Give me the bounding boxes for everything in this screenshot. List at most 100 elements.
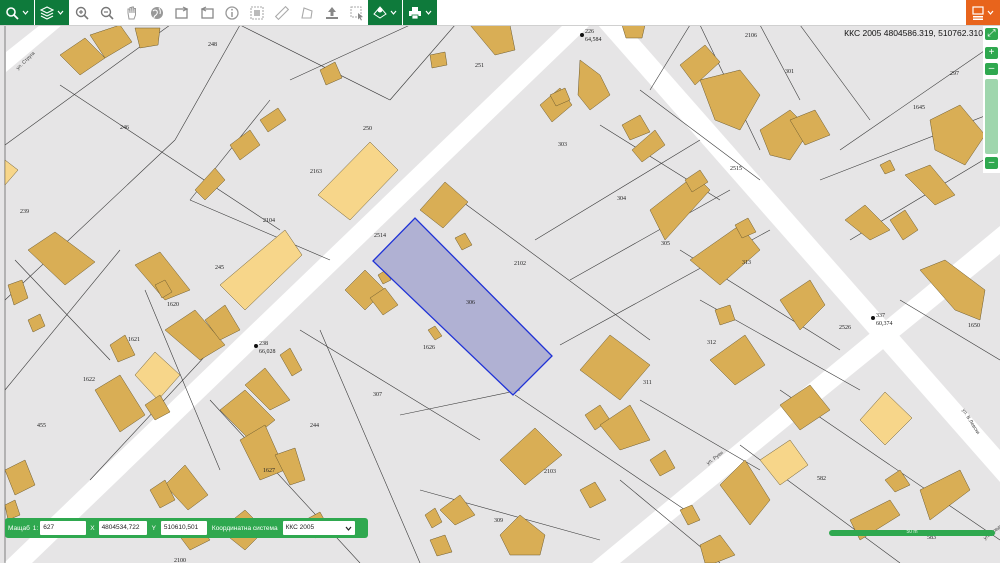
layers-menu-button[interactable] xyxy=(35,0,69,25)
parcel-label: 248 xyxy=(208,42,217,48)
parcel-label: 1621 xyxy=(128,337,140,343)
chevron-down-icon xyxy=(57,10,64,15)
chevron-down-icon xyxy=(425,10,432,15)
parcel-label: 313 xyxy=(742,260,751,266)
zoom-control: ⤢ + – – xyxy=(983,25,1000,173)
spot-height-id: 337 xyxy=(876,313,885,319)
parcel-label: 304 xyxy=(617,196,626,202)
parcel-label: 2100 xyxy=(174,558,186,563)
previous-extent-button[interactable] xyxy=(170,0,194,25)
parcel-label: 239 xyxy=(20,209,29,215)
parcel-label: 246 xyxy=(120,125,129,131)
zoom-in-map-button[interactable]: + xyxy=(985,47,998,59)
area-measure-icon xyxy=(250,5,264,20)
building xyxy=(621,25,646,39)
zoom-out-icon xyxy=(100,6,114,20)
parcel-label: 297 xyxy=(950,71,959,77)
next-extent-icon xyxy=(200,5,214,19)
user-menu-button[interactable] xyxy=(966,0,1000,25)
measure-distance-button[interactable] xyxy=(270,0,294,25)
parcel-label: 250 xyxy=(363,126,372,132)
parcel-label: 2515 xyxy=(730,166,742,172)
chevron-down-icon xyxy=(987,10,994,15)
search-icon xyxy=(6,6,19,20)
zoom-slider-up[interactable]: – xyxy=(985,63,998,75)
identify-button[interactable] xyxy=(220,0,244,25)
zoom-in-button[interactable] xyxy=(70,0,94,25)
scale-bar-label: 50 m xyxy=(906,529,918,535)
building xyxy=(429,51,448,69)
parcel-label: 301 xyxy=(785,69,794,75)
spot-height-id: 226 xyxy=(585,29,594,35)
expand-icon: ⤢ xyxy=(987,28,996,39)
spot-height-elevation: 64,584 xyxy=(585,37,602,43)
spot-height-elevation: 66,028 xyxy=(259,349,276,355)
minus-icon: – xyxy=(988,63,995,74)
crs-select[interactable]: ККС 2005 xyxy=(282,521,355,535)
parcel-label: 1650 xyxy=(968,323,980,329)
scale-bar: 50 m xyxy=(829,529,995,536)
parcel-label: 1627 xyxy=(263,468,275,474)
parcel-label: 303 xyxy=(558,142,567,148)
chevron-down-icon xyxy=(345,526,352,531)
y-coordinate-input[interactable]: 510610,501 xyxy=(160,521,207,535)
zoom-in-icon xyxy=(75,6,89,20)
info-icon xyxy=(225,5,239,20)
parcel-label: 1622 xyxy=(83,377,95,383)
polygon-tool-button[interactable] xyxy=(295,0,319,25)
parcel-label: 2106 xyxy=(745,33,757,39)
parcel-label: 582 xyxy=(817,476,826,482)
parcel-label: 2104 xyxy=(263,218,275,224)
coordinate-bar: Мащаб 1: 627 X 4804534,722 Y 510610,501 … xyxy=(5,518,368,538)
parcel-label: 2103 xyxy=(544,469,556,475)
y-label: Y xyxy=(151,524,156,532)
parcel-label: 251 xyxy=(475,63,484,69)
next-extent-button[interactable] xyxy=(195,0,219,25)
zoom-slider-track[interactable] xyxy=(985,79,998,154)
parcel-label: 307 xyxy=(373,392,382,398)
x-coordinate-input[interactable]: 4804534,722 xyxy=(98,521,147,535)
upload-icon xyxy=(326,6,338,19)
location-menu-button[interactable] xyxy=(368,0,402,25)
polygon-icon xyxy=(301,6,313,19)
select-button[interactable] xyxy=(345,0,369,25)
globe-icon xyxy=(151,6,163,19)
parcel-label: 305 xyxy=(661,241,670,247)
parcel-label: 2514 xyxy=(374,233,386,239)
user-menu-icon xyxy=(972,5,984,20)
x-label: X xyxy=(90,524,95,532)
measure-area-button[interactable] xyxy=(245,0,269,25)
parcel-label: 2526 xyxy=(839,325,851,331)
crs-label: Координатна система xyxy=(211,524,278,532)
parcel-label: 245 xyxy=(215,265,224,271)
parcel-label: 1626 xyxy=(423,345,435,351)
zoom-out-button[interactable] xyxy=(95,0,119,25)
layers-icon xyxy=(40,5,54,20)
parcel-label: 306 xyxy=(466,300,475,306)
chevron-down-icon xyxy=(390,10,397,15)
upload-button[interactable] xyxy=(320,0,344,25)
spot-height-elevation: 60,374 xyxy=(876,321,893,327)
spot-height-id: 238 xyxy=(259,341,268,347)
scale-label: Мащаб xyxy=(8,524,30,532)
print-menu-button[interactable] xyxy=(403,0,437,25)
scale-input[interactable]: 627 xyxy=(40,521,87,535)
parcel-label: 312 xyxy=(707,340,716,346)
spot-height-marker xyxy=(871,316,875,320)
parcel-label: 455 xyxy=(37,423,46,429)
hand-icon xyxy=(127,6,136,19)
plus-icon: + xyxy=(988,47,995,58)
coordinates-readout: ККС 2005 4804586.319, 510762.310 xyxy=(844,28,983,38)
cadastral-map[interactable]: 226 64,584 238 66,028 337 60,374 ул. Стр… xyxy=(0,25,1000,563)
select-icon xyxy=(350,6,363,20)
scale-prefix: 1: xyxy=(32,524,39,532)
pan-button[interactable] xyxy=(120,0,144,25)
fullscreen-button[interactable]: ⤢ xyxy=(985,28,998,40)
parcel-label: 2102 xyxy=(514,261,526,267)
crs-value: ККС 2005 xyxy=(285,524,315,531)
location-layers-icon xyxy=(373,5,387,19)
full-extent-button[interactable] xyxy=(145,0,169,25)
parcel-label: 1620 xyxy=(167,302,179,308)
zoom-out-map-button[interactable]: – xyxy=(985,157,998,169)
search-menu-button[interactable] xyxy=(0,0,34,25)
